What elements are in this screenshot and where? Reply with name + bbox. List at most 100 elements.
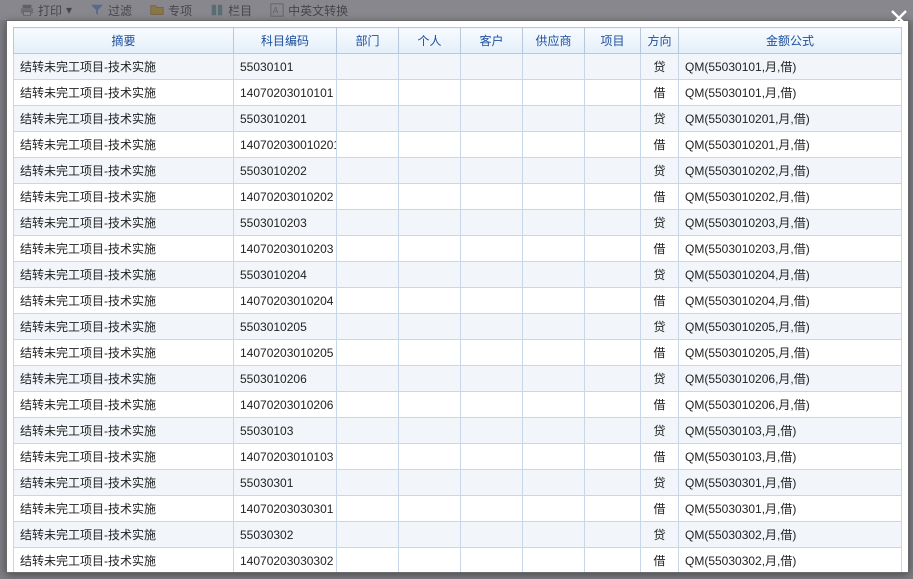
cell-dept[interactable]	[337, 470, 399, 496]
cell-formula[interactable]: QM(5503010203,月,借)	[679, 236, 902, 262]
col-dept[interactable]: 部门	[337, 28, 399, 54]
table-row[interactable]: 结转未完工项目-技术实施14070203010204借QM(5503010204…	[14, 288, 902, 314]
cell-summary[interactable]: 结转未完工项目-技术实施	[14, 210, 234, 236]
cell-project[interactable]	[585, 132, 641, 158]
cell-subject[interactable]: 14070203010204	[234, 288, 337, 314]
cell-formula[interactable]: QM(5503010201,月,借)	[679, 106, 902, 132]
cell-summary[interactable]: 结转未完工项目-技术实施	[14, 236, 234, 262]
cell-dept[interactable]	[337, 288, 399, 314]
cell-person[interactable]	[399, 314, 461, 340]
table-row[interactable]: 结转未完工项目-技术实施55030103贷QM(55030103,月,借)	[14, 418, 902, 444]
cell-dept[interactable]	[337, 392, 399, 418]
cell-summary[interactable]: 结转未完工项目-技术实施	[14, 158, 234, 184]
cell-customer[interactable]	[461, 340, 523, 366]
cell-person[interactable]	[399, 210, 461, 236]
cell-project[interactable]	[585, 548, 641, 573]
cell-customer[interactable]	[461, 184, 523, 210]
cell-supplier[interactable]	[523, 314, 585, 340]
cell-dir[interactable]: 借	[641, 236, 679, 262]
cell-project[interactable]	[585, 236, 641, 262]
cell-summary[interactable]: 结转未完工项目-技术实施	[14, 54, 234, 80]
voucher-grid[interactable]: 摘要 科目编码 部门 个人 客户 供应商 项目 方向 金额公式 结转未完工项目-…	[13, 27, 902, 572]
cell-customer[interactable]	[461, 80, 523, 106]
cell-dir[interactable]: 借	[641, 340, 679, 366]
cell-person[interactable]	[399, 236, 461, 262]
cell-subject[interactable]: 14070203010101	[234, 80, 337, 106]
cell-project[interactable]	[585, 522, 641, 548]
cell-summary[interactable]: 结转未完工项目-技术实施	[14, 106, 234, 132]
cell-formula[interactable]: QM(5503010204,月,借)	[679, 262, 902, 288]
cell-subject[interactable]: 5503010205	[234, 314, 337, 340]
cell-dept[interactable]	[337, 210, 399, 236]
cell-person[interactable]	[399, 522, 461, 548]
cell-summary[interactable]: 结转未完工项目-技术实施	[14, 262, 234, 288]
cell-dept[interactable]	[337, 106, 399, 132]
cell-project[interactable]	[585, 392, 641, 418]
cell-customer[interactable]	[461, 288, 523, 314]
cell-person[interactable]	[399, 288, 461, 314]
cell-subject[interactable]: 14070203030301	[234, 496, 337, 522]
cell-supplier[interactable]	[523, 548, 585, 573]
cell-summary[interactable]: 结转未完工项目-技术实施	[14, 418, 234, 444]
cell-person[interactable]	[399, 418, 461, 444]
cell-subject[interactable]: 55030301	[234, 470, 337, 496]
cell-summary[interactable]: 结转未完工项目-技术实施	[14, 392, 234, 418]
cell-summary[interactable]: 结转未完工项目-技术实施	[14, 522, 234, 548]
cell-project[interactable]	[585, 210, 641, 236]
cell-supplier[interactable]	[523, 392, 585, 418]
cell-formula[interactable]: QM(5503010206,月,借)	[679, 392, 902, 418]
cell-project[interactable]	[585, 158, 641, 184]
cell-dept[interactable]	[337, 80, 399, 106]
col-customer[interactable]: 客户	[461, 28, 523, 54]
table-row[interactable]: 结转未完工项目-技术实施14070203010203 借QM(5503010203…	[14, 236, 902, 262]
table-row[interactable]: 结转未完工项目-技术实施55030301贷QM(55030301,月,借)	[14, 470, 902, 496]
cell-dept[interactable]	[337, 444, 399, 470]
cell-project[interactable]	[585, 288, 641, 314]
cell-project[interactable]	[585, 470, 641, 496]
cell-dir[interactable]: 贷	[641, 54, 679, 80]
cell-customer[interactable]	[461, 262, 523, 288]
cell-formula[interactable]: QM(55030103,月,借)	[679, 444, 902, 470]
cell-dept[interactable]	[337, 184, 399, 210]
cell-subject[interactable]: 14070203010206	[234, 392, 337, 418]
cell-customer[interactable]	[461, 522, 523, 548]
cell-person[interactable]	[399, 132, 461, 158]
cell-dir[interactable]: 贷	[641, 106, 679, 132]
cell-supplier[interactable]	[523, 80, 585, 106]
cell-subject[interactable]: 14070203030302	[234, 548, 337, 573]
cell-customer[interactable]	[461, 158, 523, 184]
cell-formula[interactable]: QM(5503010202,月,借)	[679, 184, 902, 210]
cell-project[interactable]	[585, 444, 641, 470]
cell-customer[interactable]	[461, 392, 523, 418]
col-subject[interactable]: 科目编码	[234, 28, 337, 54]
cell-subject[interactable]: 14070203010203	[234, 236, 337, 262]
cell-subject[interactable]: 5503010206	[234, 366, 337, 392]
cell-project[interactable]	[585, 262, 641, 288]
cell-person[interactable]	[399, 262, 461, 288]
table-row[interactable]: 结转未完工项目-技术实施5503010203贷QM(5503010203,月,借…	[14, 210, 902, 236]
cell-dir[interactable]: 借	[641, 496, 679, 522]
cell-subject[interactable]: 14070203010103	[234, 444, 337, 470]
cell-dept[interactable]	[337, 418, 399, 444]
cell-customer[interactable]	[461, 54, 523, 80]
cell-supplier[interactable]	[523, 496, 585, 522]
cell-supplier[interactable]	[523, 262, 585, 288]
cell-summary[interactable]: 结转未完工项目-技术实施	[14, 80, 234, 106]
cell-dept[interactable]	[337, 366, 399, 392]
cell-supplier[interactable]	[523, 340, 585, 366]
cell-person[interactable]	[399, 366, 461, 392]
cell-formula[interactable]: QM(5503010205,月,借)	[679, 340, 902, 366]
cell-supplier[interactable]	[523, 444, 585, 470]
cell-customer[interactable]	[461, 106, 523, 132]
cell-dir[interactable]: 借	[641, 444, 679, 470]
cell-dir[interactable]: 贷	[641, 158, 679, 184]
cell-formula[interactable]: QM(55030101,月,借)	[679, 54, 902, 80]
table-row[interactable]: 结转未完工项目-技术实施14070203030301借QM(55030301,月…	[14, 496, 902, 522]
cell-formula[interactable]: QM(5503010205,月,借)	[679, 314, 902, 340]
col-project[interactable]: 项目	[585, 28, 641, 54]
cell-dir[interactable]: 借	[641, 548, 679, 573]
cell-customer[interactable]	[461, 236, 523, 262]
cell-person[interactable]	[399, 54, 461, 80]
cell-summary[interactable]: 结转未完工项目-技术实施	[14, 366, 234, 392]
cell-formula[interactable]: QM(5503010203,月,借)	[679, 210, 902, 236]
